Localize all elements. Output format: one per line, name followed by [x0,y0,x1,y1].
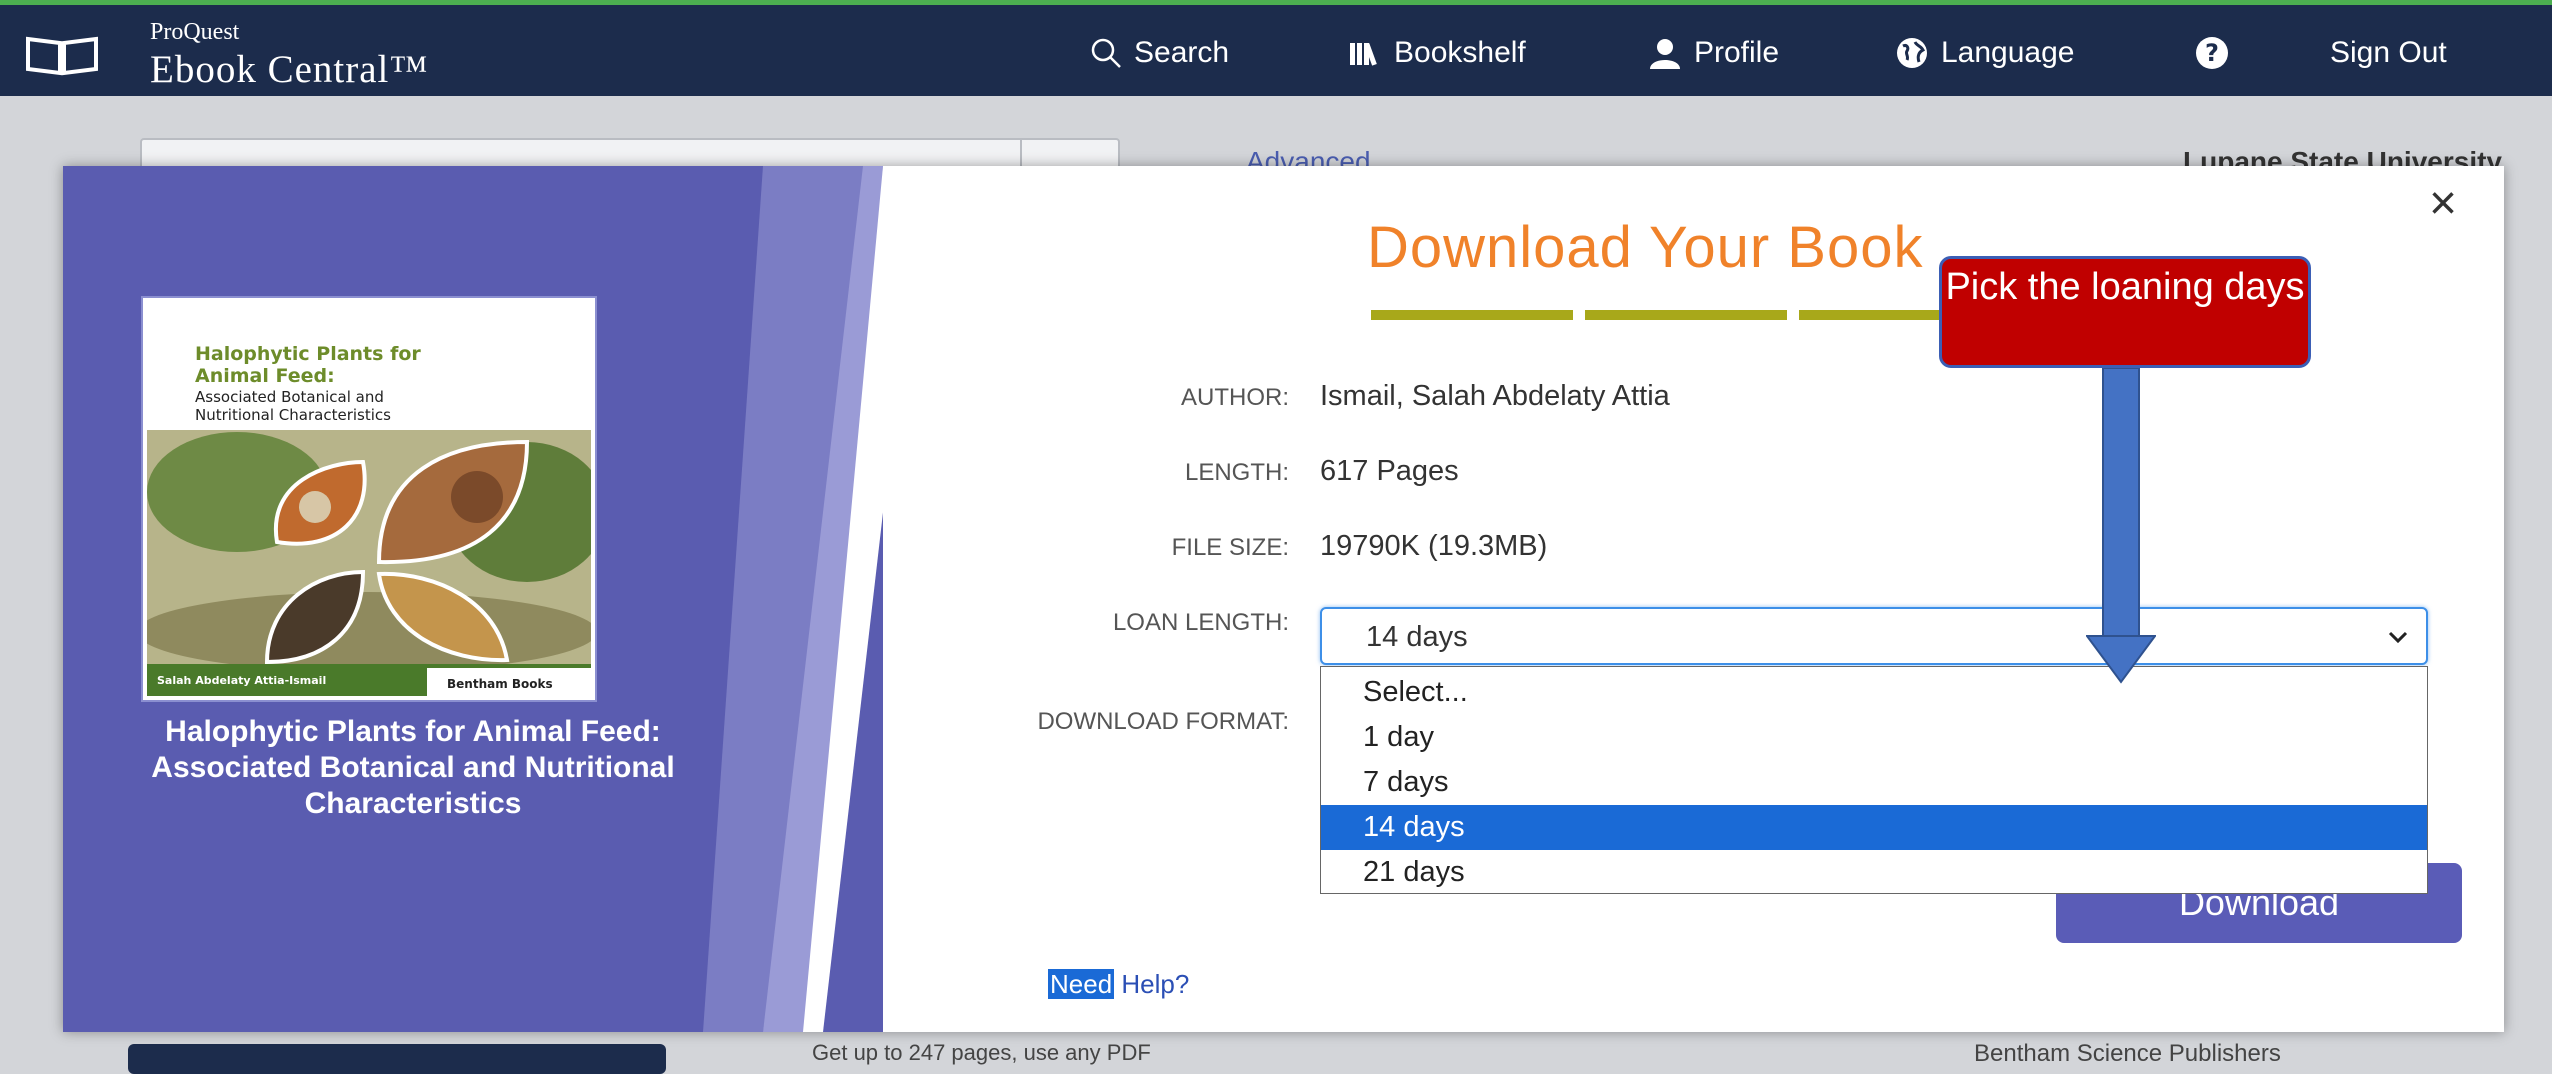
loan-option[interactable]: 1 day [1321,715,2427,760]
book-cover-art: Halophytic Plants for Animal Feed: Assoc… [137,302,607,696]
nav-help[interactable]: ? [2195,33,2241,73]
cover-subtitle-line1: Associated Botanical and [195,388,384,406]
loan-option[interactable]: 7 days [1321,760,2427,805]
cover-title-line2: Animal Feed: [195,365,335,387]
nav-bookshelf-label: Bookshelf [1394,36,1526,69]
help-rest-text: Help? [1114,969,1190,999]
book-title-caption: Halophytic Plants for Animal Feed: Assoc… [151,715,675,820]
length-value: 617 Pages [1320,455,1459,487]
need-help-link[interactable]: Need Help? [1048,969,1189,1000]
globe-icon [1897,38,1927,68]
background-publisher: Bentham Science Publishers [1974,1040,2281,1067]
loan-option[interactable]: 21 days [1321,850,2427,895]
length-label: LENGTH: [1184,459,1289,486]
nav-signout[interactable]: Sign Out [2330,33,2447,73]
brand-proquest: ProQuest [150,19,240,45]
bookshelf-icon [1350,43,1377,66]
annotation-callout: Pick the loaning days [1939,256,2311,368]
nav-profile[interactable]: Profile [1648,33,1779,73]
loan-length-dropdown: Select... 1 day 7 days 14 days 21 days [1320,666,2428,894]
author-value: Ismail, Salah Abdelaty Attia [1320,380,1670,412]
nav-language[interactable]: Language [1895,33,2074,73]
loan-option[interactable]: Select... [1321,670,2427,715]
filesize-value: 19790K (19.3MB) [1320,530,1548,562]
nav-language-label: Language [1941,36,2075,69]
background-info-text: Get up to 247 pages, use any PDF [812,1040,1151,1065]
author-label: AUTHOR: [1181,384,1289,411]
title-underline-1 [1371,310,1573,320]
nav-bookshelf[interactable]: Bookshelf [1348,33,1526,73]
user-icon [1650,39,1680,69]
cover-publisher: Bentham Books [447,677,553,691]
book-cover-image: Halophytic Plants for Animal Feed: Assoc… [137,298,607,700]
loan-option-selected[interactable]: 14 days [1321,805,2427,850]
brand-ebook-central[interactable]: Ebook Central™ [150,47,429,92]
help-need-text: Need [1048,969,1115,999]
nav-profile-label: Profile [1694,36,1780,69]
nav-signout-label: Sign Out [2330,36,2447,69]
cover-title-line1: Halophytic Plants for [195,343,421,365]
nav-search[interactable]: Search [1090,33,1229,73]
svg-text:?: ? [2205,39,2219,67]
nav-search-label: Search [1134,36,1230,69]
close-icon[interactable]: × [2429,176,2457,231]
top-nav-bar: ProQuest Ebook Central™ Search Bookshelf… [0,0,2552,96]
chevron-down-icon [2388,631,2408,644]
filesize-label: FILE SIZE: [1171,534,1289,561]
title-underline-3 [1799,310,1939,320]
loan-length-select[interactable]: 14 days [1320,607,2428,665]
title-underline-2 [1585,310,1787,320]
loan-length-selected: 14 days [1366,621,1468,653]
help-icon: ? [2196,37,2228,69]
download-format-label: DOWNLOAD FORMAT: [1037,708,1289,735]
cover-author: Salah Abdelaty Attia-Ismail [157,674,326,687]
loan-length-label: LOAN LENGTH: [1112,609,1289,636]
background-button[interactable] [128,1044,666,1074]
open-book-icon [26,36,98,76]
search-icon [1091,38,1121,68]
cover-subtitle-line2: Nutritional Characteristics [195,406,391,424]
annotation-arrow-icon [2086,368,2156,684]
modal-title: Download Your Book [1367,215,1924,280]
